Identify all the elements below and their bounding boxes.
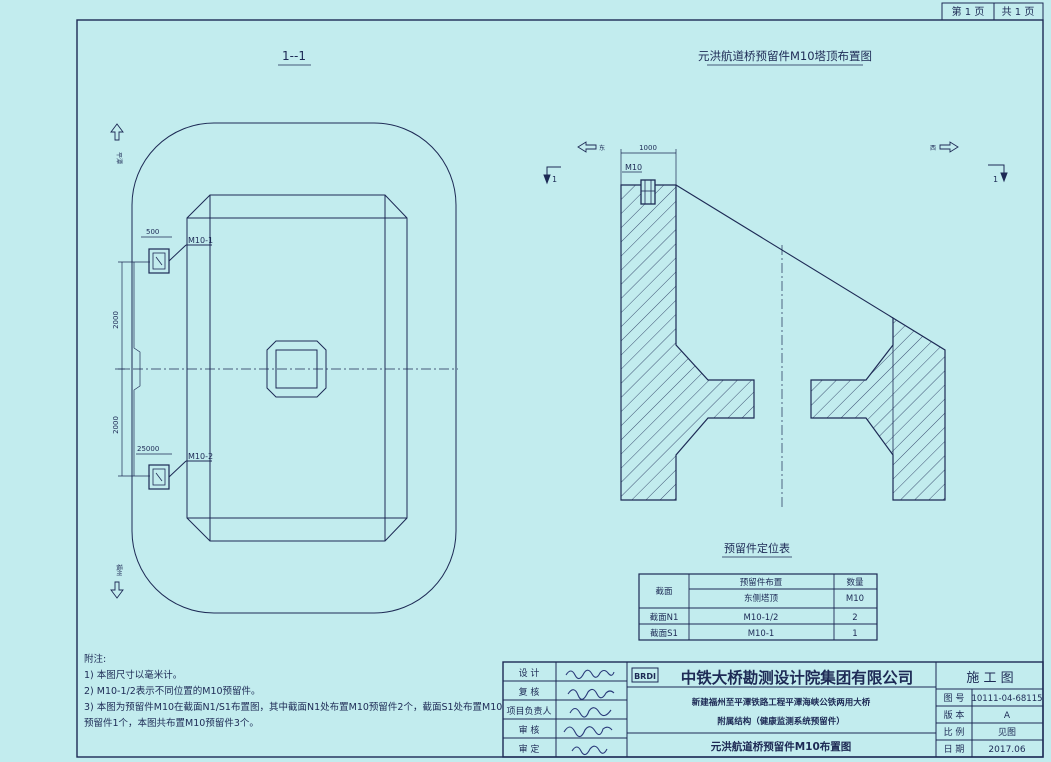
role-approve: 审 定: [519, 743, 540, 755]
field-value-drawing-no: 10111-04-68115: [971, 694, 1042, 704]
section-mark-right: 1: [988, 164, 1008, 184]
field-value-scale: 见图: [998, 727, 1016, 738]
role-check: 审 核: [519, 724, 540, 736]
tower-leg-left: [620, 184, 755, 501]
elevation-title: 元洪航道桥预留件M10塔顶布置图: [698, 49, 872, 63]
field-label-version: 版 本: [944, 709, 965, 721]
drawing-sheet: 第 1 页 共 1 页 1--1 2000 2000 500 M10-1 250…: [76, 2, 1044, 758]
table-row-1-qty: 2: [852, 613, 857, 623]
brdi-logo: BRDI: [631, 667, 659, 683]
drawing-title: 元洪航道桥预留件M10布置图: [711, 740, 852, 753]
label-m10-2: M10-2: [188, 452, 213, 461]
table-row-2-section: 截面S1: [650, 628, 678, 639]
tower-leg-right: [810, 316, 946, 501]
table-row-2-layout: M10-1: [748, 629, 775, 639]
field-value-date: 2017.06: [988, 745, 1025, 755]
project-line-2: 附属结构（健康监测系统预留件）: [717, 716, 845, 727]
field-label-drawing-no: 图 号: [944, 693, 965, 704]
embed-m10-2: 25000 M10-2: [136, 445, 213, 490]
arrow-down-icon: 福州: [110, 564, 124, 599]
table-sub-code: M10: [846, 594, 864, 604]
arrow-up-icon: 平潭: [110, 123, 124, 164]
field-label-date: 日 期: [944, 744, 965, 755]
page-number: 第 1 页: [952, 5, 985, 18]
notes-title: 附注:: [84, 654, 107, 665]
dim-2000-lower: 2000: [112, 416, 120, 434]
arrow-west-icon: 西: [930, 141, 959, 153]
page-total: 共 1 页: [1002, 6, 1035, 18]
note-1: 1) 本图尺寸以毫米计。: [84, 670, 183, 681]
label-east: 东: [599, 144, 605, 152]
signatures: [563, 669, 615, 756]
label-m10-top: M10: [625, 163, 642, 172]
section-view-1-1: 1--1 2000 2000 500 M10-1 25000 M10-2 平潭 …: [110, 49, 458, 614]
section-mark-left: 1: [543, 166, 561, 185]
role-review: 复 核: [519, 686, 540, 698]
dim-500: 500: [146, 228, 159, 236]
label-m10-1: M10-1: [188, 236, 213, 245]
dim-25000: 25000: [137, 445, 159, 453]
field-label-scale: 比 例: [944, 726, 965, 738]
role-design: 设 计: [519, 667, 540, 679]
arrow-east-icon: 东: [577, 141, 605, 153]
label-west: 西: [930, 145, 936, 152]
position-table: 预留件定位表 截面 预留件布置 数量 东侧塔顶 M10 截面N1 M10-1/2…: [638, 541, 878, 641]
tower-top-view: 元洪航道桥预留件M10塔顶布置图 东 西 1 1 1000 M10: [543, 49, 1008, 510]
table-row-1-section: 截面N1: [650, 612, 679, 623]
table-row-1-layout: M10-1/2: [744, 613, 779, 623]
table-head-layout: 预留件布置: [740, 577, 783, 588]
stage-label: 施 工 图: [966, 671, 1013, 686]
dim-2000-upper: 2000: [112, 311, 120, 329]
role-project-lead: 项目负责人: [506, 705, 551, 717]
table-sub-location: 东侧塔顶: [744, 593, 779, 604]
table-row-2-qty: 1: [852, 629, 857, 639]
notes: 附注: 1) 本图尺寸以毫米计。 2) M10-1/2表示不同位置的M10预留件…: [84, 652, 504, 732]
project-line-1: 新建福州至平潭铁路工程平潭海峡公铁两用大桥: [692, 697, 871, 708]
field-value-version: A: [1004, 711, 1011, 721]
company-name: 中铁大桥勘测设计院集团有限公司: [681, 668, 914, 687]
section-mark-left-num: 1: [552, 175, 557, 184]
dim-1000: 1000: [639, 144, 657, 152]
tower-inner-box: [186, 194, 408, 542]
section-title: 1--1: [282, 49, 306, 63]
label-fuzhou: 福州: [115, 564, 123, 576]
table-title: 预留件定位表: [724, 541, 790, 555]
logo-text: BRDI: [634, 672, 656, 681]
note-2: 2) M10-1/2表示不同位置的M10预留件。: [84, 686, 261, 697]
table-head-section: 截面: [655, 586, 673, 597]
embed-m10-1: 500 M10-1: [141, 228, 213, 274]
section-mark-right-num: 1: [993, 175, 998, 184]
note-3: 3) 本图为预留件M10在截面N1/S1布置图，其中截面N1处布置M10预留件2…: [84, 702, 503, 729]
label-pingtan: 平潭: [115, 152, 123, 164]
title-block: 设 计 复 核 项目负责人 审 核 审 定 BRDI 中铁大桥勘测设计院集团有限…: [502, 661, 1044, 758]
page-counter: 第 1 页 共 1 页: [941, 2, 1044, 21]
table-head-qty: 数量: [846, 577, 864, 588]
